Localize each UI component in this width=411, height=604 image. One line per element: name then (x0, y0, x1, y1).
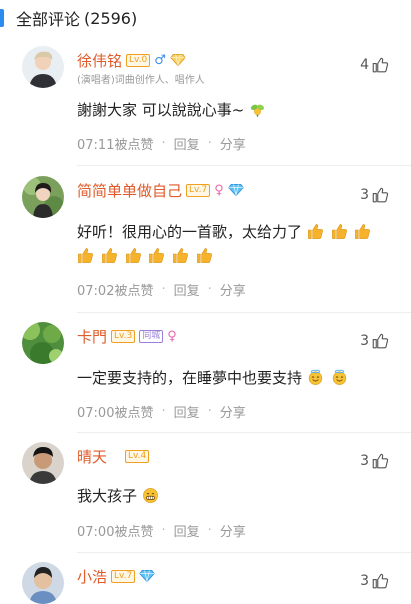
comment-item: 小浩 Lv.7 3 (0, 562, 411, 604)
sprout-emoji-icon (249, 101, 266, 118)
separator-dot: · (207, 523, 212, 538)
reply-button[interactable]: 回复 (174, 521, 200, 540)
username[interactable]: 晴天 (77, 446, 107, 467)
thumbs-up-icon (371, 332, 389, 350)
avatar[interactable] (22, 176, 64, 218)
thumbs-up-emoji-icon (307, 223, 324, 240)
grin-emoji-icon (142, 487, 159, 504)
separator-dot: · (161, 523, 166, 538)
divider (77, 432, 411, 433)
comment-time: 07:00被点赞 (77, 406, 154, 421)
thumbs-up-icon (371, 56, 389, 74)
like-button[interactable]: 3 (360, 572, 389, 590)
comment-count: (2596) (84, 8, 138, 28)
comment-meta: 07:00被点赞 · 回复 · 分享 (77, 402, 246, 421)
thumbs-up-emoji-icon (77, 247, 94, 264)
like-count: 3 (360, 187, 369, 203)
separator-dot: · (207, 136, 212, 151)
thumbs-up-icon (371, 452, 389, 470)
like-button[interactable]: 3 (360, 186, 389, 204)
thumbs-up-icon (371, 186, 389, 204)
thumbs-up-emoji-icon (172, 247, 189, 264)
divider (77, 165, 411, 166)
thumbs-up-emoji-icon (196, 247, 213, 264)
divider (77, 552, 411, 553)
comment-text: 一定要支持的，在睡夢中也要支持 (77, 366, 381, 390)
username[interactable]: 卡門 (77, 326, 107, 347)
like-count: 3 (360, 453, 369, 469)
comments-header: 全部评论 (2596) (0, 0, 411, 36)
male-icon: ♂ (154, 52, 166, 68)
comment-meta: 07:11被点赞 · 回复 · 分享 (77, 134, 246, 153)
share-button[interactable]: 分享 (220, 280, 246, 299)
reply-button[interactable]: 回复 (174, 134, 200, 153)
comment-time: 07:02被点赞 (77, 284, 154, 299)
diamond-icon (139, 569, 155, 583)
like-button[interactable]: 3 (360, 332, 389, 350)
thumbs-up-icon (371, 572, 389, 590)
avatar[interactable] (22, 322, 64, 364)
female-icon: ♀ (214, 182, 224, 198)
gold-diamond-icon (170, 53, 186, 67)
thumbs-up-emoji-icon (331, 223, 348, 240)
like-count: 4 (360, 57, 369, 73)
separator-dot: · (161, 136, 166, 151)
thumbs-up-emoji-icon (354, 223, 371, 240)
comment-text: 好听！很用心的一首歌，太给力了 (77, 220, 381, 268)
username[interactable]: 简简单单做自己 (77, 180, 182, 201)
like-count: 3 (360, 333, 369, 349)
share-button[interactable]: 分享 (220, 402, 246, 421)
diamond-icon (228, 183, 244, 197)
header-accent-bar (0, 9, 4, 27)
share-button[interactable]: 分享 (220, 521, 246, 540)
thumbs-up-emoji-icon (101, 247, 118, 264)
avatar[interactable] (22, 442, 64, 484)
comment-text: 我大孩子 (77, 484, 381, 508)
like-button[interactable]: 4 (360, 56, 389, 74)
comment-text: 謝謝大家 可以說說心事~ (77, 98, 381, 122)
comment-time: 07:11被点赞 (77, 138, 154, 153)
username[interactable]: 小浩 (77, 566, 107, 587)
separator-dot: · (207, 282, 212, 297)
separator-dot: · (161, 404, 166, 419)
avatar[interactable] (22, 562, 64, 604)
halo-smile-emoji-icon (331, 369, 348, 386)
reply-button[interactable]: 回复 (174, 280, 200, 299)
halo-smile-emoji-icon (307, 369, 324, 386)
separator-dot: · (207, 404, 212, 419)
level-badge: Lv.0 (126, 53, 151, 67)
level-badge: Lv.7 (111, 569, 136, 583)
thumbs-up-emoji-icon (125, 247, 142, 264)
female-icon: ♀ (167, 328, 177, 344)
comment-item: 卡門 Lv.3 同城 ♀ 3 一定要支持的，在睡夢中也要支持 07:00被点赞 … (0, 322, 411, 434)
level-badge: Lv.3 (111, 329, 136, 343)
comment-item: 晴天 Lv.4 3 我大孩子 07:00被点赞 · 回复 · 分享 (0, 442, 411, 554)
level-badge: Lv.7 (186, 183, 211, 197)
avatar[interactable] (22, 46, 64, 88)
separator-dot: · (161, 282, 166, 297)
comment-meta: 07:02被点赞 · 回复 · 分享 (77, 280, 246, 299)
like-button[interactable]: 3 (360, 452, 389, 470)
reply-button[interactable]: 回复 (174, 402, 200, 421)
same-city-badge: 同城 (139, 329, 164, 343)
thumbs-up-emoji-icon (148, 247, 165, 264)
header-title: 全部评论 (16, 10, 81, 29)
share-button[interactable]: 分享 (220, 134, 246, 153)
level-badge: Lv.4 (125, 449, 150, 463)
user-subtitle: (演唱者)词曲创作人、唱作人 (77, 75, 205, 86)
like-count: 3 (360, 573, 369, 589)
comment-time: 07:00被点赞 (77, 525, 154, 540)
username[interactable]: 徐伟铭 (77, 50, 122, 71)
divider (77, 312, 411, 313)
comment-item: 徐伟铭 Lv.0 ♂ (演唱者)词曲创作人、唱作人 4 謝謝大家 可以說說心事~… (0, 46, 411, 166)
comment-meta: 07:00被点赞 · 回复 · 分享 (77, 521, 246, 540)
comment-item: 简简单单做自己 Lv.7 ♀ 3 好听！很用心的一首歌，太给力了 07:02被点… (0, 176, 411, 316)
